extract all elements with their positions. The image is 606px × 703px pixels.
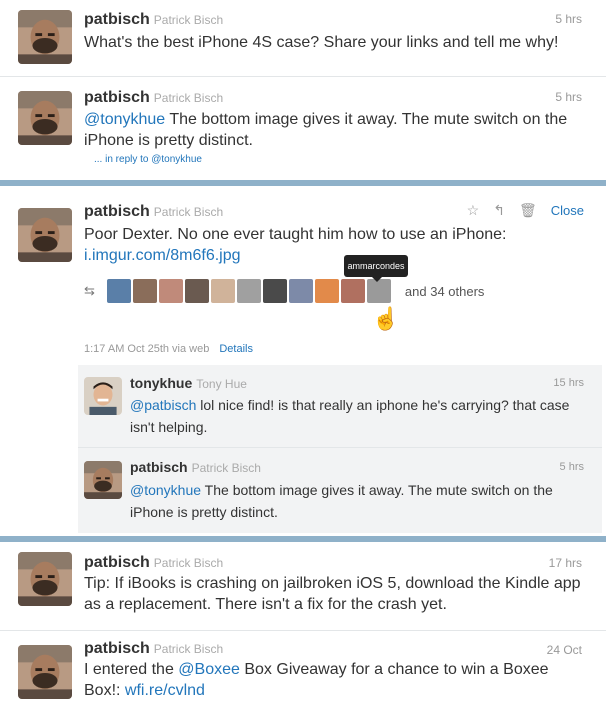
avatar[interactable] bbox=[84, 461, 122, 499]
retweeters-strip: ⇆ and 34 others bbox=[84, 278, 484, 304]
tweet-username[interactable]: patbisch Patrick Bisch bbox=[84, 203, 223, 221]
reply-icon[interactable]: ↰ bbox=[493, 202, 505, 219]
mention-link[interactable]: @Boxee bbox=[178, 661, 240, 678]
tweet-fullname: Patrick Bisch bbox=[153, 556, 224, 570]
retweeter-avatar[interactable] bbox=[132, 279, 157, 303]
divider bbox=[78, 447, 602, 448]
retweeter-avatar[interactable] bbox=[158, 279, 183, 303]
close-button[interactable]: Close bbox=[551, 203, 584, 218]
retweeter-avatar[interactable] bbox=[314, 279, 339, 303]
reply-timestamp[interactable]: 5 hrs bbox=[560, 461, 584, 473]
avatar[interactable] bbox=[18, 91, 72, 145]
avatar[interactable] bbox=[18, 552, 72, 606]
tweet-fullname: Patrick Bisch bbox=[153, 91, 224, 105]
retweeter-avatar[interactable] bbox=[210, 279, 235, 303]
image-link[interactable]: i.imgur.com/8m6f6.jpg bbox=[84, 247, 241, 264]
tweet-fullname: Patrick Bisch bbox=[153, 642, 224, 656]
retweet-icon: ⇆ bbox=[84, 283, 95, 298]
tweet-username[interactable]: patbisch Patrick Bisch bbox=[84, 554, 223, 572]
tweet-timestamp[interactable]: 24 Oct bbox=[547, 643, 582, 657]
tweet-text: Poor Dexter. No one ever taught him how … bbox=[84, 226, 507, 264]
tweet-timestamp[interactable]: 5 hrs bbox=[555, 12, 582, 26]
tweet-username[interactable]: patbisch Patrick Bisch bbox=[84, 640, 223, 658]
tweet[interactable]: patbisch Patrick Bisch 24 Oct I entered t… bbox=[0, 631, 606, 703]
tweet-text: Tip: If iBooks is crashing on jailbroken… bbox=[84, 575, 581, 613]
tweet-date[interactable]: 1:17 AM Oct 25th via web bbox=[84, 343, 209, 355]
trash-icon[interactable]: 🗑 bbox=[519, 202, 537, 219]
avatar[interactable] bbox=[18, 208, 72, 262]
tweet-text: What's the best iPhone 4S case? Share yo… bbox=[84, 34, 559, 51]
short-link[interactable]: wfi.re/cvlnd bbox=[125, 682, 205, 699]
tweet-username[interactable]: patbisch Patrick Bisch bbox=[84, 89, 223, 107]
details-link[interactable]: Details bbox=[219, 343, 253, 355]
others-count-link[interactable]: and 34 others bbox=[405, 284, 485, 299]
tweet-text: I entered the @Boxee Box Giveaway for a … bbox=[84, 661, 549, 699]
reply-text: @patbisch lol nice find! is that really … bbox=[130, 397, 570, 435]
reply-fullname: Patrick Bisch bbox=[191, 461, 261, 475]
mention-link[interactable]: @tonykhue bbox=[84, 111, 165, 128]
retweeter-avatar[interactable] bbox=[340, 279, 365, 303]
tweet-timestamp[interactable]: 5 hrs bbox=[555, 90, 582, 104]
tweet-meta: 1:17 AM Oct 25th via web Details bbox=[84, 343, 253, 355]
retweeter-avatar[interactable] bbox=[236, 279, 261, 303]
avatar[interactable] bbox=[84, 377, 122, 415]
star-icon[interactable]: ☆ bbox=[467, 202, 480, 219]
retweeter-avatar[interactable] bbox=[106, 279, 131, 303]
reply-text: @tonykhue The bottom image gives it away… bbox=[130, 482, 553, 520]
avatar[interactable] bbox=[18, 645, 72, 699]
in-reply-to-link[interactable]: ... in reply to @tonykhue bbox=[94, 154, 202, 165]
tweet-fullname: Patrick Bisch bbox=[153, 13, 224, 27]
tweet-username[interactable]: patbisch Patrick Bisch bbox=[84, 11, 223, 29]
tweet[interactable]: patbisch Patrick Bisch 17 hrs Tip: If iBo… bbox=[0, 542, 606, 630]
tweet-fullname: Patrick Bisch bbox=[153, 205, 224, 219]
hand-cursor-icon: ☝ bbox=[372, 306, 400, 331]
retweeter-avatar[interactable] bbox=[262, 279, 287, 303]
tweet-timestamp[interactable]: 17 hrs bbox=[549, 556, 582, 570]
user-tooltip: ammarcondes bbox=[344, 255, 408, 282]
mention-link[interactable]: @tonykhue bbox=[130, 482, 201, 498]
retweeter-avatar[interactable] bbox=[184, 279, 209, 303]
tweet-text: @tonykhue The bottom image gives it away… bbox=[84, 111, 568, 149]
reply-timestamp[interactable]: 15 hrs bbox=[553, 377, 584, 389]
mention-link[interactable]: @patbisch bbox=[130, 397, 196, 413]
reply-username[interactable]: patbisch Patrick Bisch bbox=[130, 459, 261, 475]
conversation-replies: tonykhue Tony Hue 15 hrs @patbisch lol ni… bbox=[78, 365, 602, 533]
reply-fullname: Tony Hue bbox=[196, 377, 247, 391]
avatar[interactable] bbox=[18, 10, 72, 64]
tweet[interactable]: patbisch Patrick Bisch 5 hrs What's the b… bbox=[0, 0, 606, 76]
tweet-actions: ☆ ↰ 🗑 Close bbox=[467, 202, 584, 219]
reply-username[interactable]: tonykhue Tony Hue bbox=[130, 375, 247, 391]
retweeter-avatar[interactable] bbox=[288, 279, 313, 303]
tweet[interactable]: patbisch Patrick Bisch 5 hrs @tonykhue Th… bbox=[0, 77, 606, 179]
